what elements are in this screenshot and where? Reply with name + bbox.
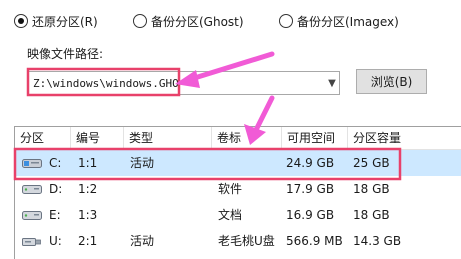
cell-capacity: 18 GB — [353, 182, 390, 196]
cell-number: 2:1 — [78, 234, 98, 248]
restore-partition-label: 还原分区(R) — [32, 14, 98, 29]
column-header-number[interactable]: 编号 — [71, 127, 124, 149]
table-row[interactable]: U: 2:1 活动 老毛桃U盘 566.9 MB 14.3 GB — [16, 228, 461, 254]
cell-capacity: 18 GB — [353, 208, 390, 222]
cell-partition: C: — [49, 156, 62, 170]
column-header-type[interactable]: 类型 — [124, 127, 212, 149]
cell-free-space: 566.9 MB — [286, 234, 343, 248]
radio-unchecked-icon[interactable] — [279, 14, 293, 28]
column-header-capacity[interactable]: 分区容量 — [348, 127, 461, 149]
cell-label: 文档 — [218, 208, 243, 222]
column-header-free-space[interactable]: 可用空间 — [282, 127, 348, 149]
partition-table[interactable]: 分区 编号 类型 卷标 可用空间 分区容量 C: 1:1 活动 24.9 GB … — [14, 126, 461, 259]
radio-unchecked-icon[interactable] — [133, 14, 147, 28]
cell-free-space: 17.9 GB — [286, 182, 335, 196]
cell-free-space: 24.9 GB — [286, 156, 335, 170]
cell-number: 1:2 — [78, 182, 98, 196]
table-row[interactable]: D: 1:2 软件 17.9 GB 18 GB — [16, 176, 461, 202]
image-path-input[interactable]: Z:\windows\windows.GHO — [28, 77, 325, 90]
drive-icon — [22, 185, 42, 194]
cell-type: 活动 — [130, 234, 155, 248]
cell-partition: D: — [49, 182, 63, 196]
column-header-partition[interactable]: 分区 — [15, 127, 71, 149]
usb-drive-icon — [22, 238, 41, 246]
browse-button[interactable]: 浏览(B) — [356, 69, 427, 94]
cell-capacity: 14.3 GB — [353, 234, 402, 248]
backup-ghost-label: 备份分区(Ghost) — [151, 14, 244, 29]
cell-label: 老毛桃U盘 — [218, 234, 275, 248]
chevron-down-icon[interactable]: ▼ — [325, 72, 339, 94]
backup-imagex-radio[interactable]: 备份分区(Imagex) — [279, 10, 399, 32]
image-path-label: 映像文件路径: — [27, 47, 104, 61]
cell-partition: E: — [49, 208, 61, 222]
radio-checked-icon[interactable] — [14, 14, 28, 28]
table-row[interactable]: E: 1:3 文档 16.9 GB 18 GB — [16, 202, 461, 228]
cell-free-space: 16.9 GB — [286, 208, 335, 222]
image-path-combobox[interactable]: Z:\windows\windows.GHO ▼ — [27, 71, 340, 95]
backup-ghost-radio[interactable]: 备份分区(Ghost) — [133, 10, 244, 32]
cell-label: 软件 — [218, 182, 243, 196]
cell-type: 活动 — [130, 156, 155, 170]
cell-number: 1:3 — [78, 208, 98, 222]
drive-system-icon — [22, 159, 42, 168]
backup-imagex-label: 备份分区(Imagex) — [297, 14, 399, 29]
cell-partition: U: — [49, 234, 62, 248]
drive-icon — [22, 211, 42, 220]
restore-partition-radio[interactable]: 还原分区(R) — [14, 10, 98, 32]
table-row[interactable]: C: 1:1 活动 24.9 GB 25 GB — [16, 150, 461, 176]
cell-number: 1:1 — [78, 156, 98, 170]
table-header: 分区 编号 类型 卷标 可用空间 分区容量 — [15, 127, 461, 150]
cell-capacity: 25 GB — [353, 156, 390, 170]
column-header-label[interactable]: 卷标 — [212, 127, 282, 149]
